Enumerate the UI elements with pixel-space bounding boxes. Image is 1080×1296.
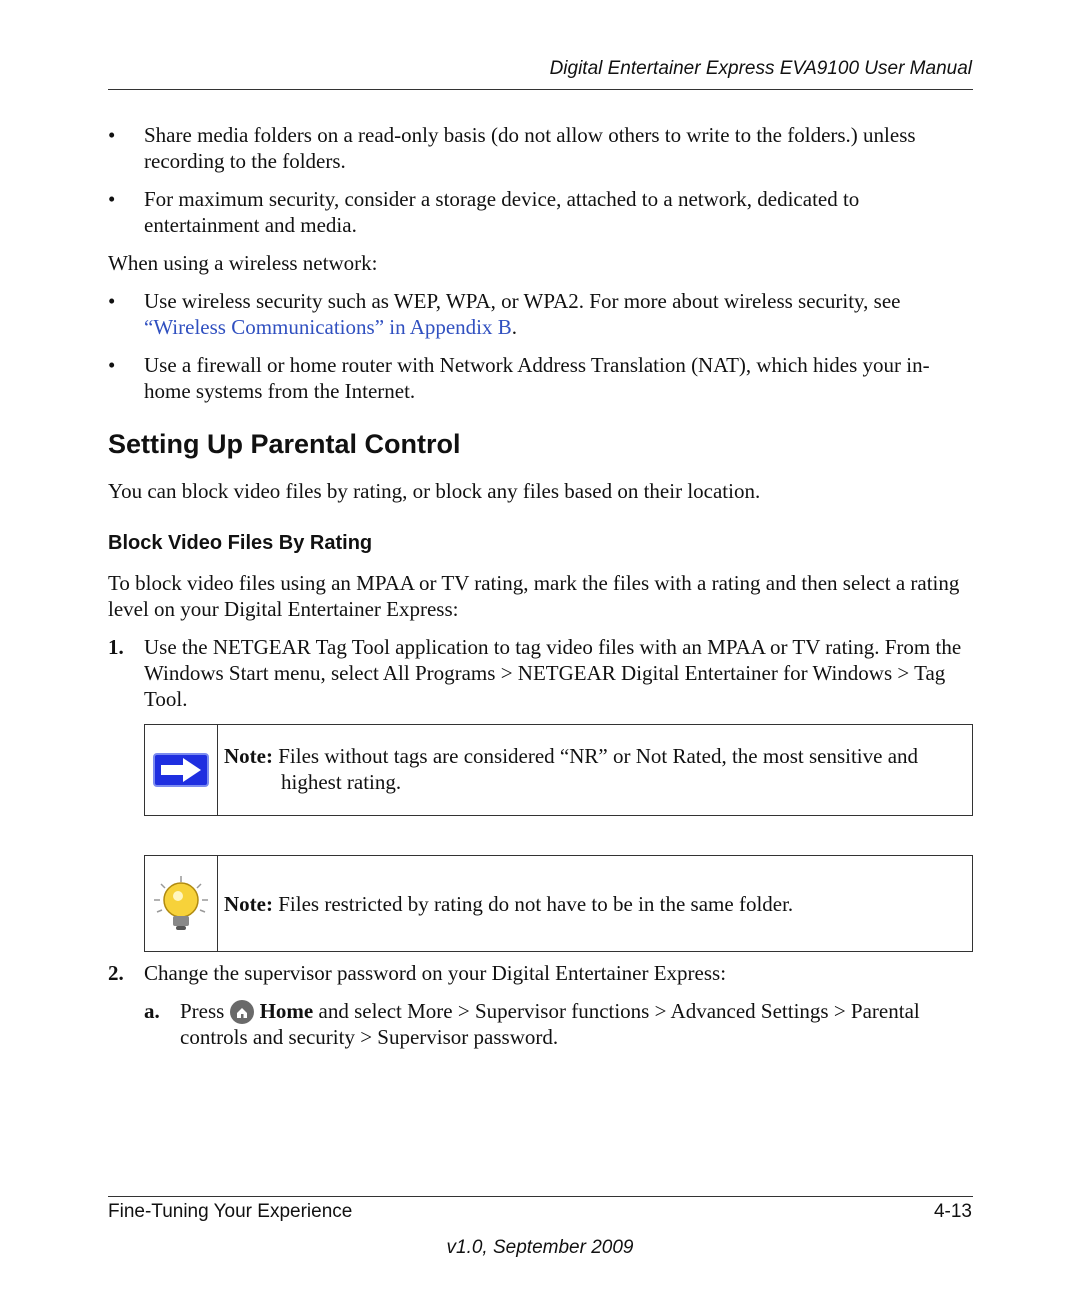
footer-chapter: Fine-Tuning Your Experience xyxy=(108,1201,353,1222)
bullet-item: • Share media folders on a read-only basi… xyxy=(108,122,974,174)
step-number: 1. xyxy=(108,635,124,659)
section-intro: You can block video files by rating, or … xyxy=(108,479,761,503)
running-header: Digital Entertainer Express EVA9100 User… xyxy=(549,58,972,79)
bullet-item: • For maximum security, consider a storag… xyxy=(108,186,974,238)
header-rule xyxy=(108,89,973,90)
note-text: Files without tags are considered “NR” o… xyxy=(272,744,919,794)
step-1: 1. Use the NETGEAR Tag Tool application t… xyxy=(108,634,974,712)
bullet-item: • Use wireless security such as WEP, WPA,… xyxy=(108,289,901,339)
bullet-text: For maximum security, consider a storage… xyxy=(144,187,860,237)
step-text: Change the supervisor password on your D… xyxy=(144,961,727,985)
arrow-right-icon xyxy=(145,725,218,815)
step-text: Use the NETGEAR Tag Tool application to … xyxy=(144,635,962,711)
footer-version: v1.0, September 2009 xyxy=(446,1237,634,1258)
wireless-intro: When using a wireless network: xyxy=(108,251,378,275)
bullet-item: • Use a firewall or home router with Netw… xyxy=(108,352,974,404)
home-icon xyxy=(229,1000,254,1024)
note-label: Note: xyxy=(224,891,273,916)
note-box: Note: Files without tags are considered … xyxy=(144,724,973,816)
substep-a: a. Press Home and select More > Supervis… xyxy=(144,998,974,1050)
section-title: Setting Up Parental Control xyxy=(108,429,461,459)
bullet-text: Use a firewall or home router with Netwo… xyxy=(144,353,930,403)
bullet-text: Use wireless security such as WEP, WPA, … xyxy=(144,289,901,313)
step-2: 2. Change the supervisor password on your… xyxy=(108,960,974,986)
note-label: Note: xyxy=(224,744,273,768)
bullet-text: . xyxy=(511,315,518,339)
home-label: Home xyxy=(259,999,314,1023)
substep-letter: a. xyxy=(144,999,160,1023)
lightbulb-icon xyxy=(145,856,218,951)
subsection-intro: To block video files using an MPAA or TV… xyxy=(108,571,960,621)
note-box: Note: Files restricted by rating do not … xyxy=(144,855,973,952)
page-number: 4-13 xyxy=(933,1201,972,1222)
footer-rule xyxy=(108,1196,973,1197)
note-text: Files restricted by rating do not have t… xyxy=(272,891,794,916)
subsection-title: Block Video Files By Rating xyxy=(108,532,373,554)
step-number: 2. xyxy=(108,961,124,985)
appendix-link[interactable]: “Wireless Communications” in Appendix B xyxy=(144,315,512,339)
substep-text: Press xyxy=(180,999,230,1023)
bullet-text: Share media folders on a read-only basis… xyxy=(144,123,916,173)
